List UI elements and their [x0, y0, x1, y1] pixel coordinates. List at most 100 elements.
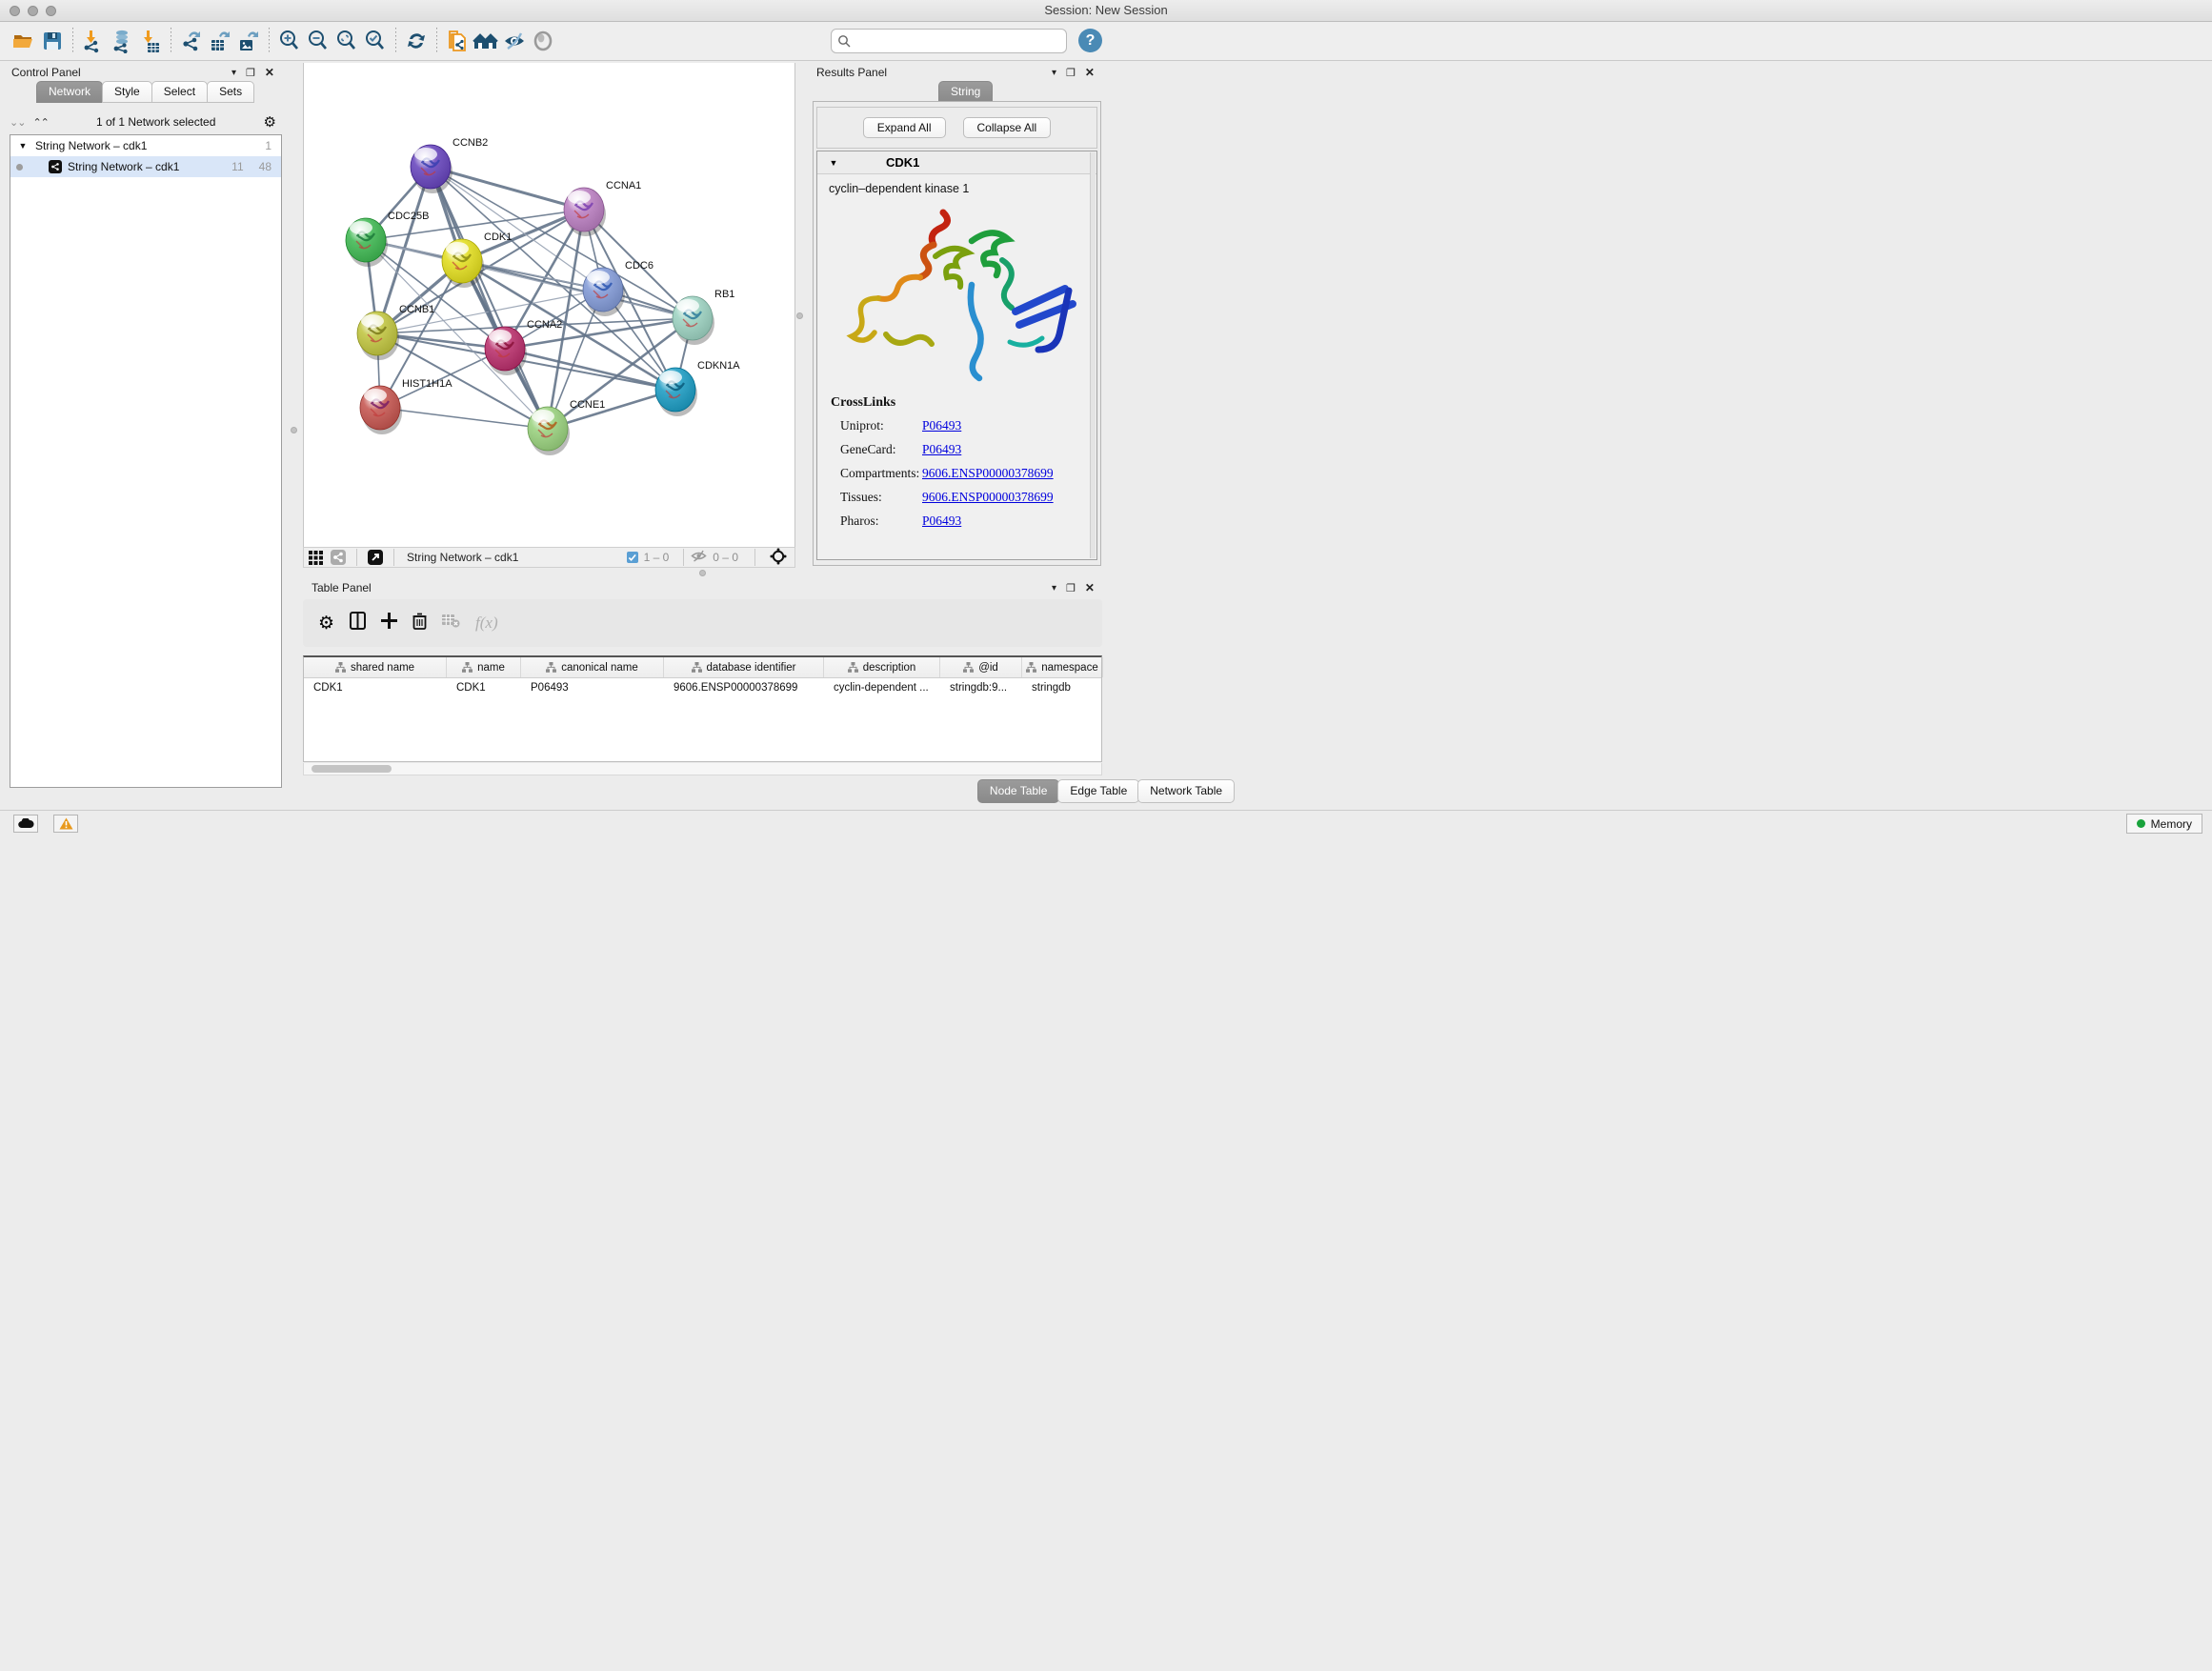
column-header-canonical-name[interactable]: canonical name	[521, 657, 664, 677]
zoom-in-button[interactable]	[275, 27, 304, 55]
cell-namespace[interactable]: stringdb	[1022, 682, 1103, 694]
crosslink-value-link[interactable]: P06493	[922, 513, 961, 529]
help-button[interactable]: ?	[1078, 29, 1102, 52]
expand-all-icon[interactable]: ⌃⌃	[32, 116, 48, 129]
network-overview-button[interactable]	[472, 27, 500, 55]
table-options-gear-icon[interactable]: ⚙	[318, 613, 334, 634]
network-share-icon[interactable]	[327, 548, 350, 567]
left-splitter-handle[interactable]	[291, 427, 297, 433]
tab-sets[interactable]: Sets	[207, 81, 254, 103]
cell-name[interactable]: CDK1	[447, 682, 521, 694]
column-header-name[interactable]: name	[447, 657, 521, 677]
cell-description[interactable]: cyclin-dependent ...	[824, 682, 940, 694]
toolbar-separator	[269, 28, 270, 54]
show-columns-icon[interactable]	[350, 612, 366, 634]
zoom-selected-button[interactable]	[361, 27, 390, 55]
detach-view-icon[interactable]	[364, 548, 387, 567]
tree-expander-icon[interactable]: ▼	[10, 141, 35, 151]
tab-network[interactable]: Network	[36, 81, 103, 103]
center-view-crosshair-icon[interactable]	[770, 548, 787, 568]
section-collapse-icon[interactable]: ▼	[817, 158, 850, 168]
column-header--id[interactable]: @id	[940, 657, 1022, 677]
node-cdc6[interactable]: CDC6	[583, 260, 654, 316]
tab-edge-table[interactable]: Edge Table	[1057, 779, 1139, 803]
node-ccne1[interactable]: CCNE1	[528, 399, 605, 455]
add-column-icon[interactable]	[381, 613, 397, 634]
panel-menu-icon[interactable]: ▾	[1052, 68, 1056, 78]
export-image-button[interactable]	[234, 27, 263, 55]
panel-float-icon[interactable]: ❐	[1066, 67, 1076, 79]
expand-all-button[interactable]: Expand All	[863, 117, 946, 138]
export-network-button[interactable]	[177, 27, 206, 55]
collapse-all-icon[interactable]: ⌄⌄	[10, 116, 25, 129]
annotation-button[interactable]	[443, 27, 472, 55]
cdk1-section-header[interactable]: ▼ CDK1	[817, 151, 1096, 174]
node-hist1h1a[interactable]: HIST1H1A	[360, 378, 452, 434]
panel-close-icon[interactable]: ✕	[265, 66, 274, 79]
network-options-gear-icon[interactable]: ⚙	[264, 113, 276, 131]
tab-node-table[interactable]: Node Table	[977, 779, 1060, 803]
node-ccnb2[interactable]: CCNB2	[411, 137, 488, 193]
bottom-splitter-handle[interactable]	[699, 570, 706, 576]
panel-menu-icon[interactable]: ▾	[1052, 583, 1056, 594]
open-session-button[interactable]	[10, 27, 38, 55]
cloud-status-button[interactable]	[13, 815, 38, 833]
panel-close-icon[interactable]: ✕	[1085, 66, 1095, 79]
table-hscrollbar[interactable]	[303, 763, 1102, 775]
cell-database-identifier[interactable]: 9606.ENSP00000378699	[664, 682, 824, 694]
right-splitter-handle[interactable]	[796, 312, 803, 319]
hide-panels-button[interactable]	[500, 27, 529, 55]
column-header-namespace[interactable]: namespace	[1022, 657, 1103, 677]
column-header-shared-name[interactable]: shared name	[304, 657, 447, 677]
panel-float-icon[interactable]: ❐	[1066, 582, 1076, 594]
node-cdkn1a[interactable]: CDKN1A	[655, 360, 740, 416]
import-table-file-button[interactable]	[136, 27, 165, 55]
toolbar-separator	[395, 28, 396, 54]
tab-string[interactable]: String	[938, 81, 993, 103]
node-cdc25b[interactable]: CDC25B	[346, 211, 429, 267]
cell-shared-name[interactable]: CDK1	[304, 682, 447, 694]
export-table-button[interactable]	[206, 27, 234, 55]
memory-button[interactable]: Memory	[2126, 814, 2202, 834]
delete-column-icon[interactable]	[412, 613, 427, 634]
show-panels-button[interactable]	[529, 27, 557, 55]
search-input[interactable]	[855, 34, 1060, 48]
tab-network-table[interactable]: Network Table	[1137, 779, 1235, 803]
cell--id[interactable]: stringdb:9...	[940, 682, 1022, 694]
import-network-database-button[interactable]	[108, 27, 136, 55]
network-canvas[interactable]: CCNB2CCNA1CDC25BCDK1CDC6RB1CCNB1CCNA2CDK…	[303, 63, 795, 547]
panel-menu-icon[interactable]: ▾	[231, 68, 236, 78]
network-row[interactable]: String Network – cdk1 11 48	[10, 156, 281, 177]
collapse-all-button[interactable]: Collapse All	[963, 117, 1052, 138]
table-panel-controls: ▾ ❐ ✕	[1052, 581, 1095, 594]
tab-style[interactable]: Style	[102, 81, 152, 103]
node-label-rb1: RB1	[714, 289, 734, 300]
results-scrollbar[interactable]	[1090, 152, 1096, 558]
zoom-in-icon	[277, 29, 302, 53]
crosslink-value-link[interactable]: P06493	[922, 418, 961, 433]
crosslink-value-link[interactable]: P06493	[922, 442, 961, 457]
table-row[interactable]: CDK1CDK1P064939606.ENSP00000378699cyclin…	[304, 678, 1101, 697]
refresh-button[interactable]	[402, 27, 431, 55]
birdseye-grid-icon[interactable]	[304, 548, 327, 567]
table-hscrollbar-thumb[interactable]	[312, 765, 392, 773]
crosslink-value-link[interactable]: 9606.ENSP00000378699	[922, 490, 1054, 505]
warnings-button[interactable]	[53, 815, 78, 833]
save-session-button[interactable]	[38, 27, 67, 55]
network-selected-status: 1 of 1 Network selected	[49, 115, 264, 129]
panel-float-icon[interactable]: ❐	[246, 67, 255, 79]
column-header-database-identifier[interactable]: database identifier	[664, 657, 824, 677]
column-header-description[interactable]: description	[824, 657, 940, 677]
zoom-out-button[interactable]	[304, 27, 332, 55]
zoom-fit-button[interactable]	[332, 27, 361, 55]
panel-close-icon[interactable]: ✕	[1085, 581, 1095, 594]
crosslink-value-link[interactable]: 9606.ENSP00000378699	[922, 466, 1054, 481]
selected-checkbox-icon[interactable]	[627, 552, 638, 563]
tab-select[interactable]: Select	[151, 81, 208, 103]
import-network-file-button[interactable]	[79, 27, 108, 55]
node-rb1[interactable]: RB1	[673, 289, 734, 345]
edge-ccne1-hist1h1a[interactable]	[380, 408, 548, 429]
cell-canonical-name[interactable]: P06493	[521, 682, 664, 694]
import-network-icon	[81, 29, 106, 53]
network-collection-row[interactable]: ▼ String Network – cdk1 1	[10, 135, 281, 156]
